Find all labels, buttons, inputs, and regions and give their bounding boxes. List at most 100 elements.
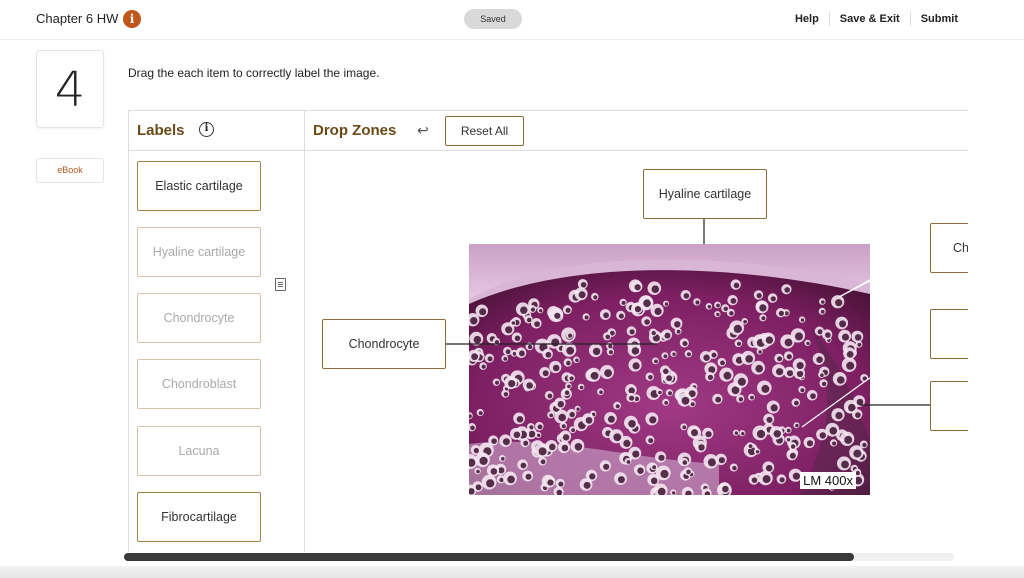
label-card-chondroblast[interactable]: Chondroblast [137,359,261,409]
chondrocyte-mark [695,300,700,305]
horizontal-scrollbar[interactable] [124,551,954,563]
undo-icon[interactable]: ↩ [417,122,429,139]
chondrocyte-mark [523,440,529,446]
chondrocyte-mark [569,411,575,418]
magnification-label: LM 400x [800,472,856,489]
micrograph-image: LM 400x [469,244,870,495]
chondrocyte-mark [817,329,823,335]
chondrocyte-mark [623,439,631,447]
chondrocyte-mark [737,377,746,386]
divider [828,12,830,26]
label-card-hyaline-cartilage[interactable]: Hyaline cartilage [137,227,261,277]
drop-zone-right-3[interactable] [930,381,968,431]
chondrocyte-mark [832,441,837,446]
chondrocyte-mark [825,332,831,338]
assignment-title: Chapter 6 HW [36,11,119,26]
chondrocyte-mark [800,388,805,393]
chondrocyte-mark [549,443,556,451]
info-icon[interactable]: i [123,10,141,28]
chondrocyte-mark [651,285,660,293]
label-card-chondrocyte[interactable]: Chondrocyte [137,293,261,343]
chondrocyte-mark [786,438,791,442]
chondrocyte-mark [549,413,554,418]
drop-zone-right-1[interactable]: Ch [930,223,968,273]
drop-zone-top[interactable]: Hyaline cartilage [643,169,767,219]
save-exit-link[interactable]: Save & Exit [840,13,900,25]
chondrocyte-mark [841,460,849,469]
chondrocyte-mark [621,300,626,305]
reset-all-button[interactable]: Reset All [445,116,524,146]
chondrocyte-mark [800,318,805,322]
drop-zone-right-2[interactable] [930,309,968,359]
labels-header: Labels i [129,111,305,151]
scrollbar-thumb[interactable] [124,553,854,561]
chondrocyte-mark [672,352,676,356]
chondrocyte-mark [626,460,631,464]
chondrocyte-mark [855,470,860,476]
labels-info-icon[interactable]: i [199,122,214,137]
help-link[interactable]: Help [795,13,819,25]
chondrocyte-mark [547,393,553,399]
chondrocyte-mark [526,382,533,389]
chondrocyte-mark [654,307,662,315]
drop-zone-left[interactable]: Chondrocyte [322,319,446,369]
chondrocyte-mark [756,293,762,299]
chondrocyte-mark [648,375,653,380]
chondrocyte-mark [668,391,672,396]
chondrocyte-mark [748,444,753,448]
question-number: 4 [36,50,104,128]
chondrocyte-mark [471,353,478,361]
chondrocyte-mark [770,296,776,302]
chondrocyte-mark [566,346,575,355]
chondrocyte-mark [470,317,478,325]
label-card-elastic-cartilage[interactable]: Elastic cartilage [137,161,261,211]
notes-icon[interactable] [275,278,286,291]
chondrocyte-mark [605,334,611,340]
chondrocyte-mark [574,443,583,451]
labeling-workspace: Labels i Elastic cartilage Hyaline carti… [128,110,968,552]
chondrocyte-mark [683,293,690,299]
cartilage-micrograph [469,244,870,495]
chondrocyte-mark [666,375,673,382]
chondrocyte-mark [547,479,554,486]
chondrocyte-mark [857,342,862,347]
chondrocyte-mark [743,320,747,324]
ebook-button[interactable]: eBook [36,158,104,183]
chondrocyte-mark [498,467,505,474]
chondrocyte-mark [730,298,737,304]
chondrocyte-mark [837,376,845,384]
chondrocyte-mark [651,330,656,336]
chondrocyte-mark [784,338,793,347]
chondrocyte-mark [537,424,543,430]
chondrocyte-mark [562,434,570,441]
chondrocyte-mark [486,479,495,488]
chondrocyte-mark [578,291,586,299]
chondrocyte-mark [835,412,843,420]
chondrocyte-mark [806,341,810,346]
chondrocyte-mark [604,369,612,377]
chondrocyte-mark [736,341,742,346]
label-card-fibrocartilage[interactable]: Fibrocartilage [137,492,261,542]
chondrocyte-mark [789,452,796,459]
chondrocyte-mark [649,416,657,424]
chondrocyte-mark [790,444,796,449]
chondrocyte-mark [542,370,549,377]
chondrocyte-mark [592,347,601,356]
chondrocyte-mark [537,433,541,437]
chondrocyte-mark [648,438,654,444]
chondrocyte-mark [479,308,487,316]
chondrocyte-mark [508,380,516,388]
chondrocyte-mark [716,303,720,308]
chondrocyte-mark [716,312,720,317]
chondrocyte-mark [810,393,816,399]
chondrocyte-mark [529,425,534,430]
chondrocyte-mark [751,477,758,483]
chondrocyte-mark [568,333,573,338]
label-card-lacuna[interactable]: Lacuna [137,426,261,476]
chondrocyte-mark [703,354,710,361]
chondrocyte-mark [514,335,521,342]
chondrocyte-mark [557,401,564,408]
chondrocyte-mark [579,385,584,390]
submit-link[interactable]: Submit [921,13,958,25]
chondrocyte-mark [795,423,799,428]
